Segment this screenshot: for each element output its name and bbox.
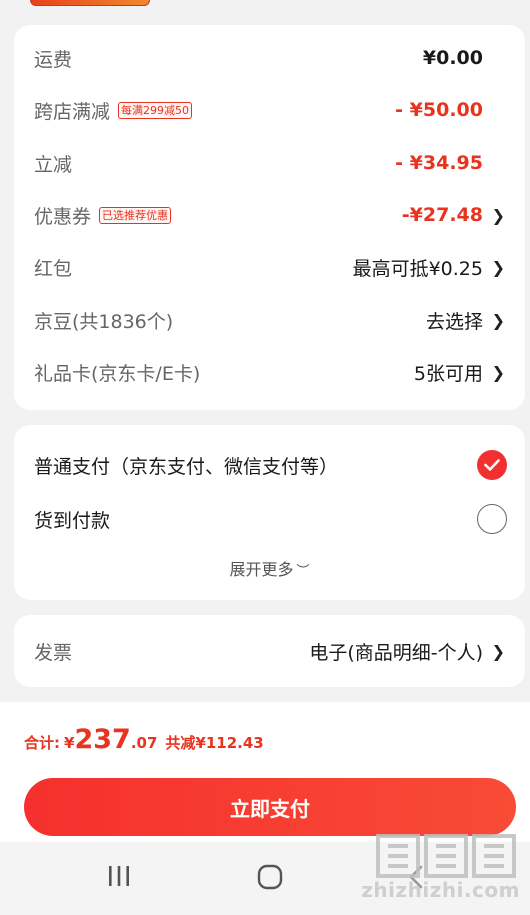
payment-method-card: 普通支付（京东支付、微信支付等） 货到付款 展开更多 ︶ bbox=[14, 425, 525, 600]
cross-store-label: 跨店满减 bbox=[34, 100, 111, 123]
instant-discount-row: 立减 - ¥34.95 bbox=[14, 143, 525, 183]
total-integer: 237 bbox=[74, 724, 131, 755]
pay-now-button[interactable]: 立即支付 bbox=[24, 778, 516, 836]
cross-store-tag: 每满299减50 bbox=[118, 101, 193, 119]
coupon-row[interactable]: 优惠券 已选推荐优惠 -¥27.48 ❯ bbox=[14, 195, 525, 235]
expand-more-button[interactable]: 展开更多 ︶ bbox=[14, 556, 525, 580]
product-thumbnail-edge bbox=[30, 0, 150, 6]
invoice-row[interactable]: 发票 电子(商品明细-个人) ❯ bbox=[14, 631, 525, 671]
watermark-text: zhizhizhi.com bbox=[361, 878, 520, 902]
instant-label: 立减 bbox=[34, 153, 73, 176]
coupon-value: -¥27.48 ❯ bbox=[401, 204, 505, 226]
red-packet-label: 红包 bbox=[34, 257, 73, 280]
invoice-value: 电子(商品明细-个人) ❯ bbox=[309, 641, 505, 664]
instant-value: - ¥34.95 bbox=[395, 152, 483, 174]
jd-beans-label: 京豆(共1836个) bbox=[34, 310, 174, 333]
coupon-label: 优惠券 bbox=[34, 205, 92, 228]
chevron-down-icon: ︶ bbox=[296, 564, 310, 579]
payment-option-normal[interactable]: 普通支付（京东支付、微信支付等） bbox=[14, 445, 525, 485]
coupon-tag: 已选推荐优惠 bbox=[99, 206, 172, 224]
gift-card-value: 5张可用 ❯ bbox=[413, 362, 505, 385]
recent-apps-icon[interactable] bbox=[106, 864, 132, 892]
radio-unchecked-icon[interactable] bbox=[477, 504, 507, 534]
total-discount: 共减¥112.43 bbox=[165, 734, 264, 752]
gift-card-label: 礼品卡(京东卡/E卡) bbox=[34, 362, 201, 385]
gift-card-row[interactable]: 礼品卡(京东卡/E卡) 5张可用 ❯ bbox=[14, 352, 525, 392]
order-fees-card: 运费 ¥0.00 跨店满减 每满299减50 - ¥50.00 立减 - ¥34… bbox=[14, 25, 525, 410]
jd-beans-value: 去选择 ❯ bbox=[425, 310, 505, 333]
payment-normal-label: 普通支付（京东支付、微信支付等） bbox=[34, 455, 339, 478]
red-packet-row[interactable]: 红包 最高可抵¥0.25 ❯ bbox=[14, 247, 525, 287]
payment-cod-label: 货到付款 bbox=[34, 509, 111, 532]
chevron-right-icon: ❯ bbox=[491, 310, 505, 330]
freight-row: 运费 ¥0.00 bbox=[14, 38, 525, 78]
total-label: 合计: bbox=[24, 734, 60, 752]
jd-beans-row[interactable]: 京豆(共1836个) 去选择 ❯ bbox=[14, 300, 525, 340]
total-decimal: .07 bbox=[130, 734, 158, 752]
checkout-bar: 合计: ¥ 237 .07 共减¥112.43 立即支付 bbox=[0, 702, 530, 842]
invoice-label: 发票 bbox=[34, 641, 73, 664]
cross-store-discount-row: 跨店满减 每满299减50 - ¥50.00 bbox=[14, 90, 525, 130]
checkmark-icon[interactable] bbox=[477, 450, 507, 480]
chevron-right-icon: ❯ bbox=[491, 362, 505, 382]
chevron-right-icon: ❯ bbox=[491, 257, 505, 277]
freight-label: 运费 bbox=[34, 48, 73, 71]
currency-symbol: ¥ bbox=[64, 734, 75, 752]
chevron-right-icon: ❯ bbox=[491, 205, 505, 225]
freight-value: ¥0.00 bbox=[422, 47, 483, 69]
invoice-card[interactable]: 发票 电子(商品明细-个人) ❯ bbox=[14, 615, 525, 687]
home-icon[interactable] bbox=[256, 864, 284, 894]
red-packet-value: 最高可抵¥0.25 ❯ bbox=[352, 257, 505, 280]
chevron-right-icon: ❯ bbox=[491, 641, 505, 661]
order-total: 合计: ¥ 237 .07 共减¥112.43 bbox=[24, 724, 264, 755]
cross-store-value: - ¥50.00 bbox=[395, 99, 483, 121]
payment-option-cod[interactable]: 货到付款 bbox=[14, 499, 525, 539]
